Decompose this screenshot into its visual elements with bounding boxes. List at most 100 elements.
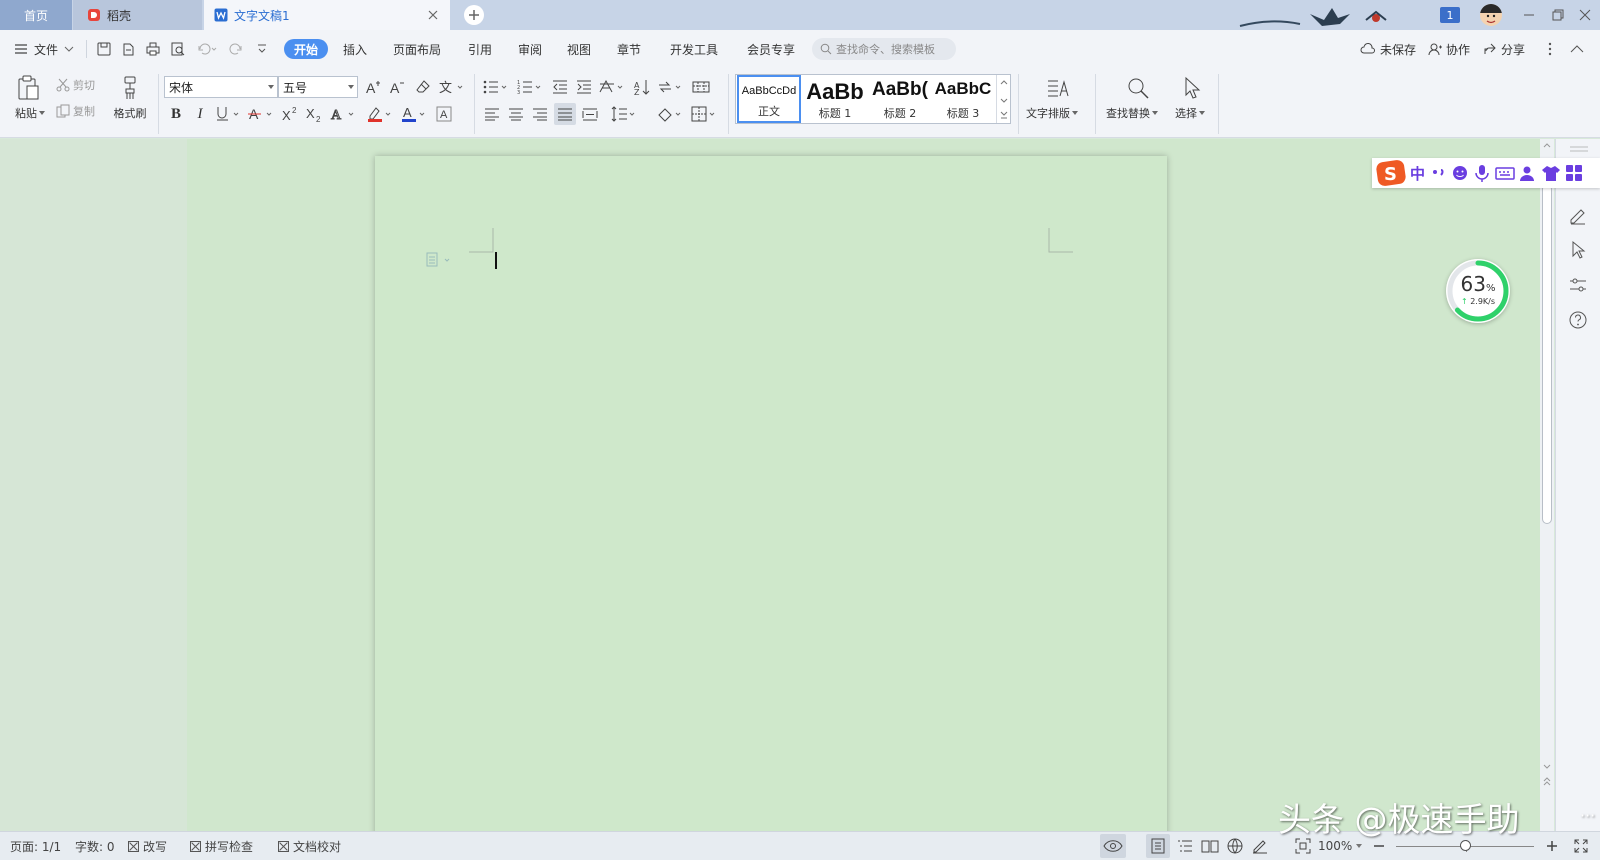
punctuation-icon[interactable] [1429,164,1447,182]
scroll-top-icon[interactable] [1543,141,1551,149]
bold-icon[interactable]: B [166,103,186,125]
minimize-icon[interactable] [1520,6,1538,24]
show-marks-icon[interactable] [656,76,686,98]
tab-insert[interactable]: 插入 [343,30,367,68]
bullet-list-icon[interactable] [482,76,512,98]
numbered-list-icon[interactable]: 123 [516,76,546,98]
page-count[interactable]: 页面: 1/1 [10,832,61,860]
tab-developer[interactable]: 开发工具 [670,30,718,68]
more-options-icon[interactable] [1548,30,1552,68]
underline-icon[interactable] [214,103,244,125]
format-painter-icon[interactable] [112,74,148,102]
print-icon[interactable] [145,30,161,68]
superscript-icon[interactable]: X2 [281,103,301,125]
tab-start[interactable]: 开始 [284,39,329,59]
new-tab-button[interactable] [464,5,484,25]
style-heading-2[interactable]: AaBb( 标题 2 [868,75,932,123]
web-view-icon[interactable] [1224,832,1246,860]
sogou-logo-icon[interactable]: S [1376,159,1406,187]
style-heading-1[interactable]: AaBb 标题 1 [803,75,867,123]
tab-review[interactable]: 审阅 [518,30,542,68]
style-normal[interactable]: AaBbCcDd 正文 [737,75,801,123]
text-effect-icon[interactable]: A [329,103,359,125]
increase-indent-icon[interactable] [574,76,594,98]
align-right-icon[interactable] [530,103,550,125]
fullscreen-icon[interactable] [1572,832,1590,860]
highlight-color-icon[interactable] [366,103,396,125]
char-border-icon[interactable]: A [434,103,454,125]
print-preview-icon[interactable] [170,30,186,68]
eye-protection-icon[interactable] [1100,834,1126,858]
undo-icon[interactable] [196,30,218,68]
format-painter-button[interactable]: 格式刷 [108,104,152,122]
user-account-icon[interactable] [1519,164,1537,182]
select-cursor-icon[interactable] [1174,74,1210,102]
doc-check-toggle[interactable]: 文档校对 [278,832,341,860]
style-heading-3[interactable]: AaBbC 标题 3 [933,75,993,123]
tab-view[interactable]: 视图 [567,30,591,68]
save-icon[interactable] [96,30,112,68]
ime-mode-toggle[interactable]: 中 [1410,163,1425,184]
tab-home[interactable]: 首页 [0,0,72,30]
close-tab-icon[interactable] [426,8,440,22]
close-window-icon[interactable] [1576,6,1594,24]
select-pointer-icon[interactable] [1568,240,1588,260]
skin-shirt-icon[interactable] [1541,164,1561,182]
paste-icon[interactable] [10,74,46,102]
tab-member[interactable]: 会员专享 [747,30,795,68]
clear-format-icon[interactable] [413,76,433,98]
help-icon[interactable] [1568,310,1588,330]
text-layout-button[interactable]: 文字排版 [1026,105,1078,121]
font-color-icon[interactable]: A [400,103,430,125]
tab-chapter[interactable]: 章节 [617,30,641,68]
notification-badge[interactable]: 1 [1440,7,1460,23]
collaborate-button[interactable]: 协作 [1428,30,1470,68]
page-view-icon[interactable] [1146,834,1170,858]
reading-view-icon[interactable] [1199,832,1221,860]
export-pdf-icon[interactable] [120,30,136,68]
zoom-in-icon[interactable] [1545,832,1559,860]
settings-sliders-icon[interactable] [1568,275,1588,295]
cut-button[interactable]: 剪切 [56,77,95,93]
avatar[interactable] [1480,4,1502,26]
zoom-slider-thumb[interactable] [1460,840,1471,851]
strikethrough-icon[interactable]: A [247,103,277,125]
font-size-select[interactable]: 五号 [278,76,358,98]
word-count[interactable]: 字数: 0 [75,832,115,860]
network-speed-widget[interactable]: 63% ↑ 2.9K/s [1446,259,1510,323]
share-button[interactable]: 分享 [1483,30,1525,68]
scroll-down-icon[interactable] [1543,763,1551,771]
keyboard-icon[interactable] [1495,164,1515,182]
tab-daoke[interactable]: 稻壳 [73,0,202,30]
document-page[interactable] [375,156,1167,846]
line-spacing-icon[interactable] [610,103,640,125]
prev-page-icon[interactable] [1543,777,1551,787]
spell-check-toggle[interactable]: 拼写检查 [190,832,253,860]
justify-icon[interactable] [554,103,576,125]
shrink-font-icon[interactable]: A [388,76,408,98]
subscript-icon[interactable]: X2 [305,103,325,125]
microphone-icon[interactable] [1473,164,1491,182]
align-center-icon[interactable] [506,103,526,125]
tab-document[interactable]: 文字文稿1 [204,0,450,30]
paragraph-options-icon[interactable] [426,251,454,269]
font-name-select[interactable]: 宋体 [164,76,278,98]
tab-references[interactable]: 引用 [468,30,492,68]
borders-icon[interactable] [690,103,720,125]
tab-page-layout[interactable]: 页面布局 [393,30,441,68]
collapse-ribbon-icon[interactable] [1570,30,1584,68]
paste-button[interactable]: 粘贴 [10,104,50,122]
customize-toolbar-icon[interactable] [256,30,268,68]
scrollbar-thumb[interactable] [1542,184,1552,524]
shading-icon[interactable] [656,103,686,125]
find-replace-button[interactable]: 查找替换 [1106,105,1158,121]
text-layout-icon[interactable] [1040,74,1076,102]
style-gallery-scroll[interactable] [996,75,1010,123]
chinese-layout-icon[interactable] [598,76,628,98]
copy-button[interactable]: 复制 [56,103,95,119]
align-left-icon[interactable] [482,103,502,125]
edit-pen-icon[interactable] [1568,205,1588,225]
sort-icon[interactable]: AZ [632,76,652,98]
select-button[interactable]: 选择 [1175,105,1205,121]
table-grid-icon[interactable] [690,76,712,98]
